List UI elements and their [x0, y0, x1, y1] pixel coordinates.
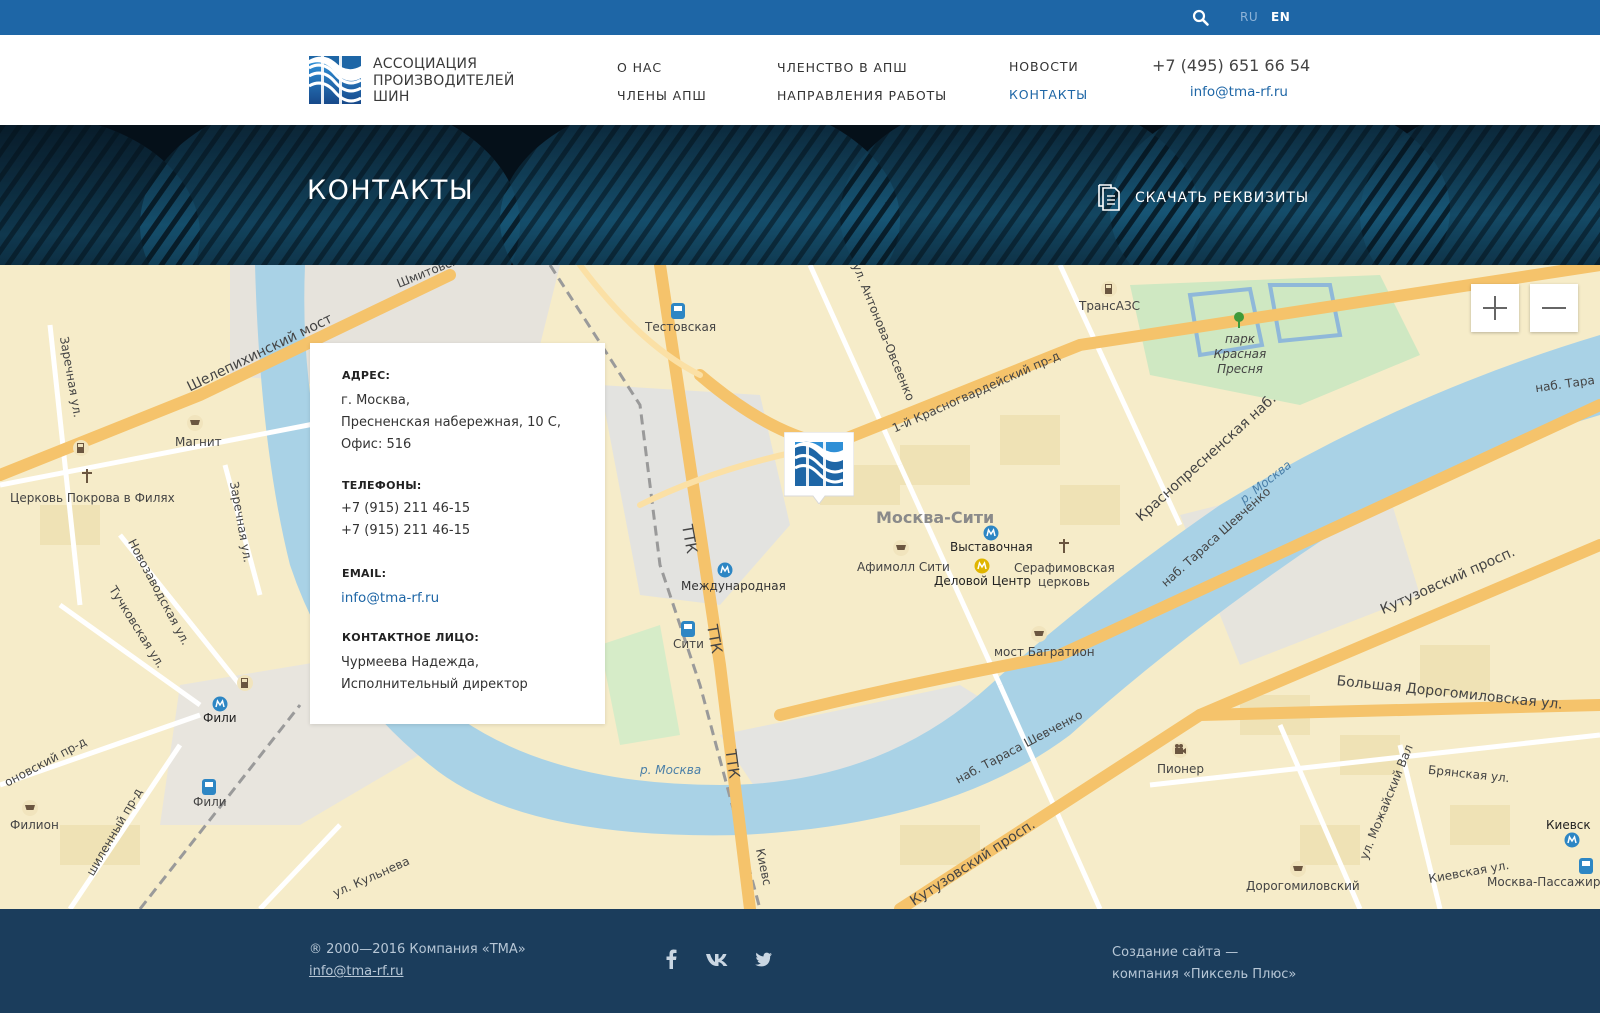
nav-directions[interactable]: Направления работы: [777, 88, 947, 103]
contact-person-role: Исполнительный директор: [341, 677, 528, 692]
lang-en-link[interactable]: EN: [1271, 10, 1290, 24]
header-phone[interactable]: +7 (495) 651 66 54: [1152, 56, 1310, 75]
shop-icon: [22, 800, 38, 816]
map-label-most-bagration: мост Багратион: [994, 645, 1095, 659]
map-label-serafimovskaya: Серафимовская церковь: [1014, 561, 1115, 589]
metro-icon: [974, 558, 990, 574]
map-label-park: парк Красная Пресня: [1213, 332, 1267, 376]
contacts-map[interactable]: Тестовская Шмитовск Шелепихинский мост З…: [0, 265, 1600, 909]
map-label-moscow-passenger: Москва-Пассажир: [1487, 875, 1600, 889]
site-footer: ® 2000—2016 Компания «ТМА» info@tma-rf.r…: [0, 909, 1600, 1013]
train-station-icon: [681, 621, 695, 637]
map-label-church-fili: Церковь Покрова в Филях: [10, 491, 175, 505]
map-label-river-2: р. Москва: [640, 763, 702, 777]
contact-email-link[interactable]: info@tma-rf.ru: [341, 590, 439, 606]
church-icon: [82, 469, 92, 483]
nav-news[interactable]: Новости: [1009, 59, 1079, 74]
shop-icon: [187, 415, 203, 431]
page-title: Контакты: [307, 175, 475, 206]
cinema-icon: [1172, 742, 1188, 758]
logo-line-1: Ассоциация: [373, 56, 478, 72]
logo-text: Ассоциация производителей шин: [373, 56, 515, 106]
shop-icon: [1031, 626, 1047, 642]
train-station-icon: [671, 303, 685, 319]
header-email-link[interactable]: info@tma-rf.ru: [1160, 84, 1288, 100]
vk-icon[interactable]: [705, 949, 729, 969]
map-label-mezhdunarodnaya: Международная: [681, 579, 786, 593]
map-label-dorogomilovsky: Дорогомиловский: [1246, 879, 1360, 893]
map-label-kievskaya-1: Киевск: [1546, 818, 1591, 832]
footer-credit[interactable]: Создание сайта — компания «Пиксель Плюс»: [1112, 942, 1296, 986]
zoom-out-button[interactable]: [1530, 284, 1578, 332]
church-icon: [1059, 539, 1069, 553]
minus-icon: [1542, 307, 1566, 309]
tires-background: [0, 125, 1600, 265]
logo-mark-icon: [309, 56, 361, 104]
logo-line-3: шин: [373, 89, 410, 105]
map-label-siti: Сити: [673, 637, 704, 651]
footer-copyright: ® 2000—2016 Компания «ТМА»: [309, 942, 526, 957]
nav-contacts[interactable]: Контакты: [1009, 87, 1088, 102]
park-tree-icon: [1234, 312, 1244, 328]
email-heading: Email:: [342, 567, 387, 580]
document-icon: [1098, 184, 1120, 211]
search-icon[interactable]: [1192, 9, 1210, 27]
zoom-in-button[interactable]: [1471, 284, 1519, 332]
lang-ru-link[interactable]: RU: [1240, 10, 1258, 24]
contact-person-heading: Контактное лицо:: [342, 631, 480, 644]
plus-icon-vertical: [1494, 296, 1496, 320]
map-label-ttk-3: ТТК: [721, 748, 744, 780]
train-station-icon: [1579, 858, 1593, 874]
shop-icon: [1290, 861, 1306, 877]
metro-icon: [1564, 832, 1580, 848]
twitter-icon[interactable]: [753, 949, 773, 969]
train-station-icon: [202, 779, 216, 795]
address-line-1: г. Москва,: [341, 393, 411, 408]
map-label-transazs: ТрансАЗС: [1079, 299, 1141, 313]
download-requisites-label: Скачать реквизиты: [1135, 190, 1310, 206]
nav-membership[interactable]: Членство в АПШ: [777, 60, 907, 75]
map-label-afimall: Афимолл Сити: [857, 560, 950, 574]
map-label-pioner: Пионер: [1157, 762, 1205, 776]
facebook-icon[interactable]: [665, 949, 677, 969]
footer-credit-line-1: Создание сайта —: [1112, 945, 1239, 960]
map-label-vystavochnaya: Выставочная: [950, 540, 1033, 554]
page-banner: Контакты Скачать реквизиты: [0, 125, 1600, 265]
fuel-station-icon: [73, 440, 89, 456]
phone-2[interactable]: +7 (915) 211 46-15: [341, 523, 470, 538]
map-label-moscow-city: Москва-Сити: [876, 508, 995, 527]
nav-about[interactable]: О нас: [617, 60, 662, 75]
contact-card: Адрес: г. Москва, Пресненская набережная…: [310, 343, 605, 724]
nav-members[interactable]: Члены АПШ: [617, 88, 707, 103]
top-bar: RU EN: [0, 0, 1600, 35]
footer-email-link[interactable]: info@tma-rf.ru: [309, 964, 404, 979]
shop-icon: [893, 540, 909, 556]
map-label-filion: Филион: [10, 818, 59, 832]
map-label-testovskaya: Тестовская: [645, 320, 717, 334]
address-line-2: Пресненская набережная, 10 С,: [341, 415, 561, 430]
location-pin[interactable]: [783, 431, 855, 505]
fuel-station-icon: [237, 675, 253, 691]
map-label-magnit: Магнит: [175, 435, 222, 449]
map-label-fili-1: Фили: [203, 711, 237, 725]
metro-icon: [212, 696, 228, 712]
address-heading: Адрес:: [342, 369, 391, 382]
phone-1[interactable]: +7 (915) 211 46-15: [341, 501, 470, 516]
logo-line-2: производителей: [373, 72, 515, 89]
phones-heading: Телефоны:: [342, 479, 422, 492]
map-label-fili-2: Фили: [193, 795, 227, 809]
footer-credit-line-2: компания «Пиксель Плюс»: [1112, 967, 1297, 982]
site-logo[interactable]: Ассоциация производителей шин: [309, 56, 519, 106]
contact-person-name: Чурмеева Надежда,: [341, 655, 479, 670]
address-line-3: Офис: 516: [341, 437, 412, 452]
metro-icon: [983, 525, 999, 541]
fuel-station-icon: [1101, 281, 1117, 297]
site-header: Ассоциация производителей шин О нас Член…: [0, 35, 1600, 125]
metro-icon: [717, 562, 733, 578]
